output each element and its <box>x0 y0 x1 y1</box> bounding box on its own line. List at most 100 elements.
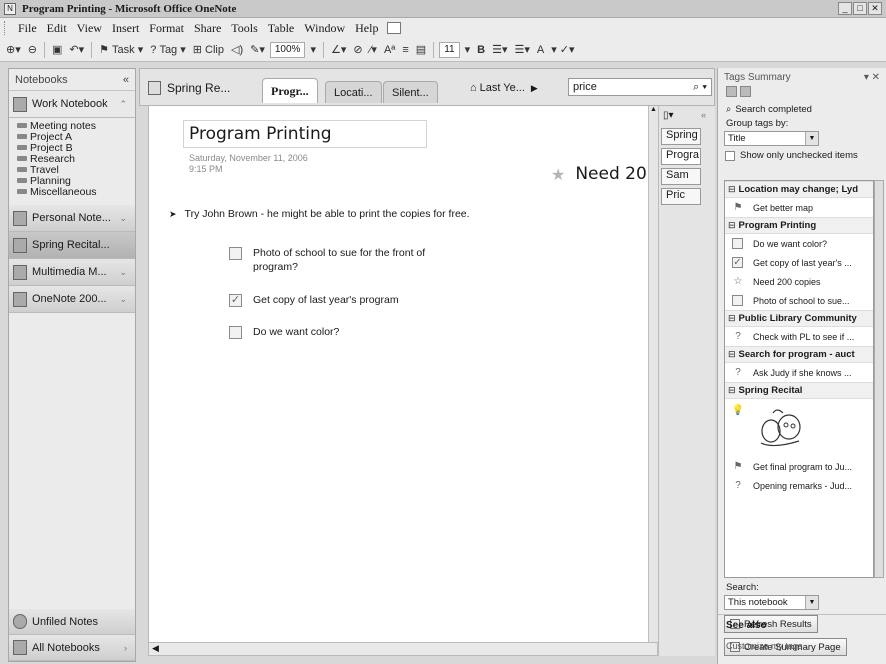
page-tab-price[interactable]: Pric <box>661 188 701 205</box>
collapse-icon[interactable]: ⊟ <box>728 385 736 396</box>
tab-silent[interactable]: Silent... <box>383 81 438 103</box>
menu-format[interactable]: Format <box>144 21 189 36</box>
pane-close-icon[interactable]: ▾ ✕ <box>864 72 880 83</box>
page-horizontal-scrollbar[interactable]: ◀ <box>148 642 658 656</box>
tag-button[interactable]: ? Tag ▾ <box>148 41 188 59</box>
chevron-down-icon[interactable]: ⌄ <box>119 294 127 305</box>
marker-icon[interactable]: ⁄▾ <box>368 41 379 59</box>
new-page-icon[interactable]: ▯▾ <box>663 110 674 121</box>
scroll-right-icon[interactable]: ▶ <box>531 83 538 94</box>
menu-help[interactable]: Help <box>350 21 383 36</box>
menu-share[interactable]: Share <box>189 21 226 36</box>
notebook-spring-recital[interactable]: Spring Recital... <box>9 232 135 259</box>
current-notebook-title[interactable]: Spring Re... <box>148 75 230 101</box>
spelling-icon[interactable]: ▾ ✓▾ <box>549 41 576 59</box>
tag-item[interactable]: ⚑ Get better map <box>725 198 873 217</box>
tag-item[interactable]: ? Ask Judy if she knows ... <box>725 363 873 382</box>
task-button[interactable]: ⚑ Task ▾ <box>97 41 145 59</box>
undo-icon[interactable]: ↶▾ <box>67 41 86 59</box>
close-icon[interactable]: ✕ <box>868 2 882 15</box>
menu-file[interactable]: File <box>13 21 42 36</box>
group-by-select[interactable]: Title ▼ <box>724 131 819 146</box>
eraser-icon[interactable]: ⊘ <box>351 41 364 59</box>
tag-group-header[interactable]: ⊟ Spring Recital <box>725 382 873 399</box>
page-tab-spring[interactable]: Spring <box>661 128 701 145</box>
clip-button[interactable]: ⊞ Clip <box>191 41 226 59</box>
collapse-page-tabs-icon[interactable]: « <box>701 110 706 120</box>
menu-tools[interactable]: Tools <box>226 21 263 36</box>
font-size-select[interactable]: 11 <box>439 41 460 58</box>
section-item-planning[interactable]: Planning <box>17 175 135 187</box>
tag-group-header[interactable]: ⊟ Location may change; Lyd <box>725 181 873 198</box>
tag-list-scrollbar[interactable] <box>874 180 884 578</box>
todo-checkbox[interactable] <box>229 326 242 339</box>
collapse-icon[interactable]: ⊟ <box>728 313 736 324</box>
numbering-icon[interactable]: ☰▾ <box>512 41 531 59</box>
restore-icon[interactable]: □ <box>853 2 867 15</box>
forward-icon[interactable]: ⊖ <box>26 41 39 59</box>
todo-item[interactable]: Do we want color? <box>229 325 453 339</box>
todo-item[interactable]: ✓ Get copy of last year's program <box>229 293 453 307</box>
tab-program-printing[interactable]: Progr... <box>262 78 318 103</box>
menu-window[interactable]: Window <box>299 21 350 36</box>
tag-group-header[interactable]: ⊟ Public Library Community <box>725 310 873 327</box>
chevron-down-icon[interactable]: ▼ <box>805 596 818 609</box>
audio-icon[interactable]: ◁) <box>229 41 245 59</box>
scroll-up-icon[interactable]: ▲ <box>649 106 658 118</box>
tag-item[interactable]: ? Check with PL to see if ... <box>725 327 873 346</box>
section-item-travel[interactable]: Travel <box>17 164 135 176</box>
tag-group-header[interactable]: ⊟ Program Printing <box>725 217 873 234</box>
tag-item[interactable]: ? Opening remarks - Jud... <box>725 476 873 495</box>
pane-back-icon[interactable] <box>726 86 737 97</box>
chevron-down-icon[interactable]: ⌄ <box>119 267 127 278</box>
customize-tags-link[interactable]: Customize my tags <box>726 641 803 651</box>
show-unchecked-option[interactable]: Show only unchecked items <box>718 146 886 161</box>
menu-edit[interactable]: Edit <box>42 21 72 36</box>
menu-table[interactable]: Table <box>263 21 299 36</box>
scroll-left-icon[interactable]: ◀ <box>152 643 159 653</box>
document-icon[interactable] <box>387 22 402 34</box>
chevron-right-icon[interactable]: › <box>124 643 127 653</box>
zoom-dropdown-icon[interactable]: ▾ <box>308 41 318 59</box>
back-icon[interactable]: ⊕▾ <box>4 41 23 59</box>
highlighter-icon[interactable]: ∠▾ <box>329 41 348 59</box>
page-tab-sam[interactable]: Sam <box>661 168 701 185</box>
collapse-icon[interactable]: ⊟ <box>728 349 736 360</box>
notebook-onenote-guide[interactable]: OneNote 200... ⌄ <box>9 286 135 313</box>
tag-item-ink[interactable]: 💡 <box>725 399 873 457</box>
tag-item[interactable]: Photo of school to sue... <box>725 291 873 310</box>
onenote-app-icon[interactable]: N <box>4 2 16 15</box>
search-icon[interactable]: ⌕ ▾ <box>693 81 707 94</box>
page-tab-program[interactable]: Progra <box>661 148 701 165</box>
menu-view[interactable]: View <box>72 21 107 36</box>
page-vertical-scrollbar[interactable]: ▲ <box>648 106 658 642</box>
tab-last-year[interactable]: ⌂ Last Ye... ▶ <box>470 78 538 98</box>
tag-item[interactable]: ☆ Need 200 copies <box>725 272 873 291</box>
zoom-select[interactable]: 100% <box>269 41 306 58</box>
print-icon[interactable]: ▣ <box>50 41 64 59</box>
tab-location[interactable]: Locati... <box>325 81 382 103</box>
outline-item[interactable]: ➤ Try John Brown - he might be able to p… <box>169 208 470 220</box>
menu-grip[interactable] <box>4 21 7 35</box>
notebook-personal[interactable]: Personal Note... ⌄ <box>9 205 135 232</box>
collapse-nav-icon[interactable]: « <box>123 74 129 86</box>
bullets-icon[interactable]: ☰▾ <box>490 41 509 59</box>
chevron-down-icon[interactable]: ▼ <box>805 132 818 145</box>
notebook-work[interactable]: Work Notebook ⌃ <box>9 91 135 118</box>
text-size-icon[interactable]: Aª <box>382 41 397 59</box>
todo-checkbox-checked[interactable]: ✓ <box>229 294 242 307</box>
search-scope-select[interactable]: This notebook ▼ <box>724 595 819 610</box>
show-unchecked-checkbox[interactable] <box>725 150 735 161</box>
font-size-dropdown-icon[interactable]: ▾ <box>463 41 473 59</box>
section-item-project-b[interactable]: Project B <box>17 142 135 154</box>
section-item-project-a[interactable]: Project A <box>17 131 135 143</box>
star-note[interactable]: ★ Need 20 <box>551 164 647 184</box>
minimize-icon[interactable]: _ <box>838 2 852 15</box>
all-notebooks[interactable]: All Notebooks › <box>9 635 135 661</box>
section-item-meeting-notes[interactable]: Meeting notes <box>17 120 135 132</box>
search-input[interactable]: price ⌕ ▾ <box>568 78 712 96</box>
page-canvas[interactable]: Program Printing Saturday, November 11, … <box>148 106 648 642</box>
collapse-icon[interactable]: ⊟ <box>728 220 736 231</box>
tag-item[interactable]: Do we want color? <box>725 234 873 253</box>
pen-icon[interactable]: ✎▾ <box>248 41 267 59</box>
